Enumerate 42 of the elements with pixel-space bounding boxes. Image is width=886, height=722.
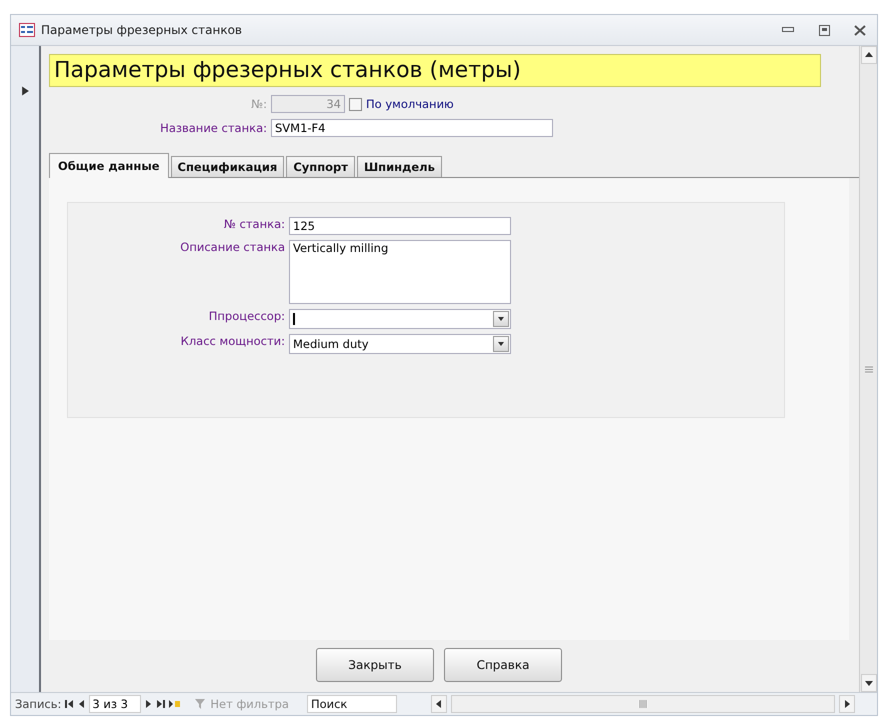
- memo-field[interactable]: Vertically milling: [289, 240, 511, 304]
- tab[interactable]: Спецификация: [170, 156, 284, 177]
- field-label: №:: [250, 97, 267, 111]
- dropdown-arrow-icon[interactable]: [497, 315, 505, 323]
- combo-box[interactable]: Medium duty: [289, 334, 511, 354]
- minimize-icon[interactable]: [782, 27, 794, 33]
- first-record-icon[interactable]: [65, 700, 74, 708]
- form-title: Параметры фрезерных станков (метры): [49, 54, 821, 87]
- text-cursor: [293, 313, 295, 325]
- tab[interactable]: Суппорт: [286, 156, 355, 177]
- dropdown-arrow-icon[interactable]: [497, 340, 505, 348]
- command-button[interactable]: Справка: [444, 648, 562, 682]
- last-record-icon[interactable]: [157, 700, 166, 708]
- tab[interactable]: Общие данные: [49, 153, 169, 178]
- text-field[interactable]: 125: [289, 217, 511, 235]
- field-label: Класс мощности:: [180, 334, 285, 350]
- scroll-right-icon[interactable]: [843, 700, 851, 708]
- field-label: Название станка:: [159, 121, 267, 135]
- close-icon[interactable]: [854, 24, 866, 36]
- checkbox[interactable]: [349, 98, 362, 110]
- scroll-up-icon[interactable]: [864, 51, 872, 59]
- grip-icon[interactable]: [638, 700, 647, 708]
- text-field[interactable]: SVM1-F4: [271, 119, 553, 137]
- record-pointer-icon[interactable]: [20, 84, 30, 98]
- restore-icon[interactable]: [818, 24, 830, 36]
- tab[interactable]: Шпиндель: [356, 156, 442, 177]
- checkbox-label: По умолчанию: [366, 97, 454, 111]
- scroll-left-icon[interactable]: [434, 700, 443, 708]
- scroll-down-icon[interactable]: [864, 679, 872, 687]
- field-label: Описание станка: [179, 240, 285, 254]
- window-title: Параметры фрезерных станков: [41, 23, 244, 37]
- field-label: № станка:: [222, 217, 285, 233]
- new-record-icon[interactable]: [169, 700, 182, 708]
- grip-icon[interactable]: [864, 366, 872, 372]
- next-record-icon[interactable]: [145, 700, 154, 708]
- record-label: Запись:: [15, 697, 62, 711]
- field-label: Ппроцессор:: [208, 309, 285, 325]
- record-position-field[interactable]: 3 из 3: [89, 695, 142, 713]
- form-icon: [19, 23, 35, 37]
- search-field[interactable]: Поиск: [306, 695, 397, 713]
- previous-record-icon[interactable]: [77, 700, 86, 708]
- command-button[interactable]: Закрыть: [316, 648, 434, 682]
